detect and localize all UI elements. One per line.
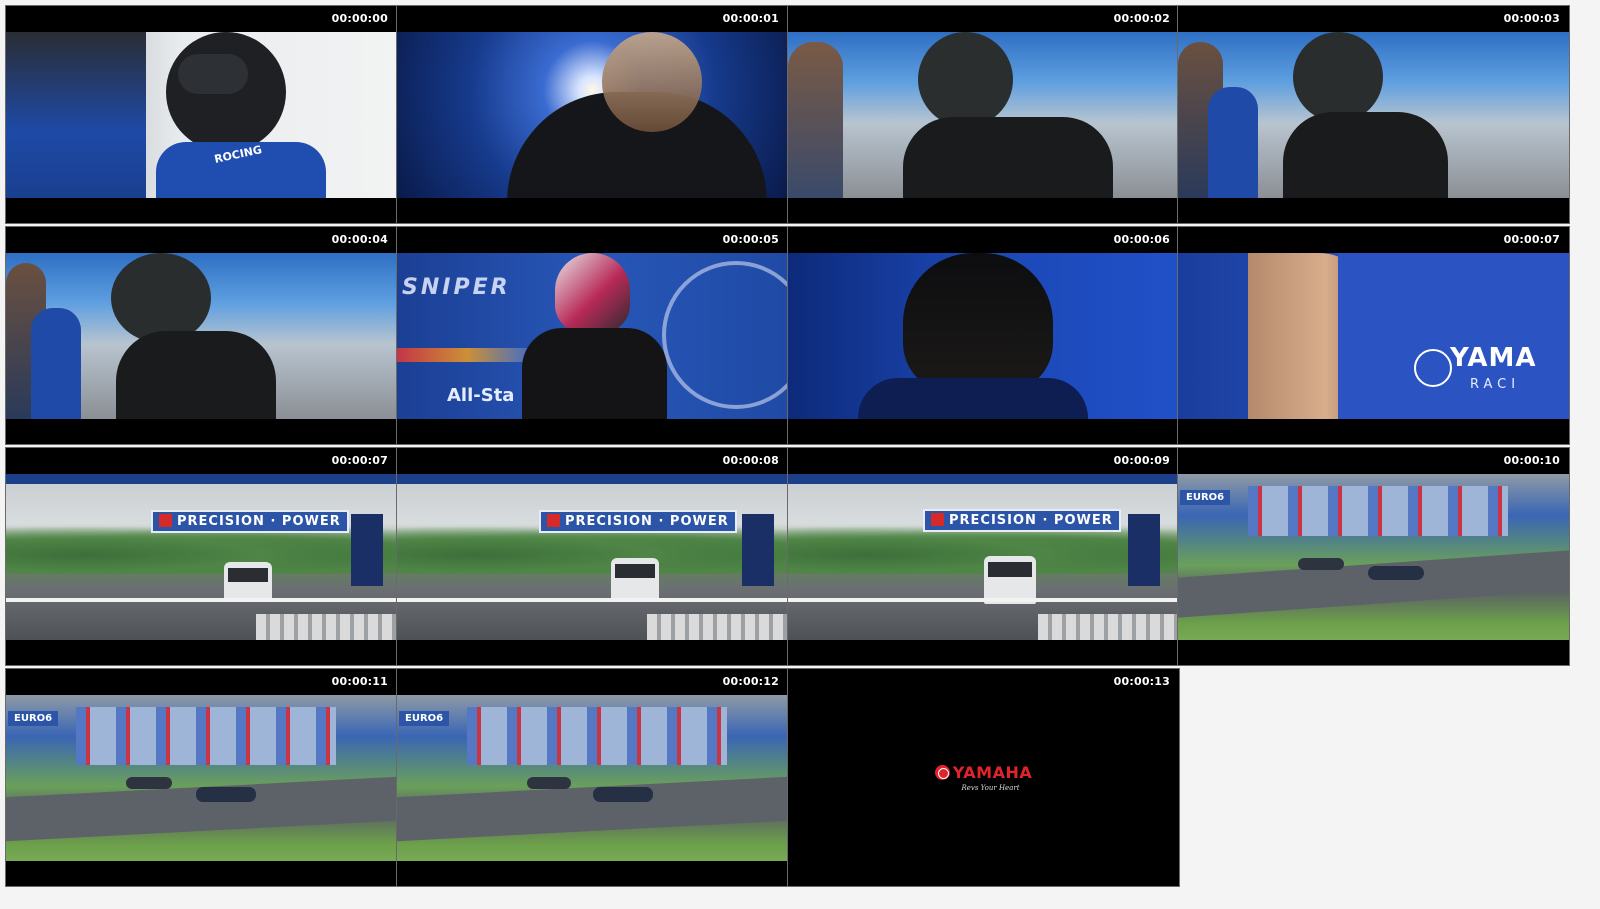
thumbnail[interactable]: 00:00:01 — [396, 5, 789, 224]
jersey-sub-text: RACI — [1470, 377, 1521, 392]
timestamp: 00:00:04 — [331, 233, 388, 246]
banner-allstar-text: All-Sta — [447, 385, 515, 406]
thumbnail[interactable]: PRECISION · POWER 00:00:07 — [5, 447, 398, 666]
precision-power-banner: PRECISION · POWER — [923, 509, 1121, 532]
timestamp: 00:00:02 — [1113, 12, 1170, 25]
contact-sheet: ROCING 00:00:00 00:00:01 00:00:02 00:00:… — [0, 0, 1600, 909]
thumbnail[interactable]: ROCING 00:00:00 — [5, 5, 398, 224]
banner-sniper-text: SNIPER — [402, 275, 511, 300]
video-frame: YAMA RACI — [1178, 253, 1569, 419]
thumbnail[interactable]: EURO6 00:00:12 — [396, 668, 789, 887]
yamaha-logo: YAMAHA — [934, 763, 1033, 782]
video-frame: PRECISION · POWER — [788, 474, 1179, 640]
timestamp: 00:00:01 — [722, 12, 779, 25]
euro-sign-text: EURO6 — [1180, 490, 1231, 505]
timestamp: 00:00:08 — [722, 454, 779, 467]
tuning-fork-emblem-icon — [934, 765, 950, 780]
thumbnail[interactable]: EURO6 00:00:10 — [1177, 447, 1570, 666]
thumbnail[interactable]: 00:00:04 — [5, 226, 398, 445]
video-frame — [397, 32, 788, 198]
timestamp: 00:00:07 — [331, 454, 388, 467]
euro-sign-text: EURO6 — [8, 711, 59, 726]
video-frame: EURO6 — [397, 695, 788, 861]
thumbnail[interactable]: PRECISION · POWER 00:00:09 — [787, 447, 1180, 666]
thumbnail[interactable]: SNIPER All-Sta 00:00:05 — [396, 226, 789, 445]
timestamp: 00:00:11 — [331, 675, 388, 688]
thumbnail[interactable]: 00:00:03 — [1177, 5, 1570, 224]
precision-power-banner: PRECISION · POWER — [539, 510, 737, 533]
thumbnail[interactable]: 00:00:02 — [787, 5, 1180, 224]
timestamp: 00:00:00 — [331, 12, 388, 25]
timestamp: 00:00:13 — [1113, 675, 1170, 688]
timestamp: 00:00:05 — [722, 233, 779, 246]
video-frame: SNIPER All-Sta — [397, 253, 788, 419]
video-frame — [788, 32, 1179, 198]
timestamp: 00:00:03 — [1503, 12, 1560, 25]
jersey-brand-text: YAMA — [1450, 343, 1537, 373]
timestamp: 00:00:06 — [1113, 233, 1170, 246]
precision-power-banner: PRECISION · POWER — [151, 510, 349, 533]
thumbnail[interactable]: 00:00:06 — [787, 226, 1180, 445]
timestamp: 00:00:10 — [1503, 454, 1560, 467]
thumbnail[interactable]: EURO6 00:00:11 — [5, 668, 398, 887]
timestamp: 00:00:12 — [722, 675, 779, 688]
video-frame — [1178, 32, 1569, 198]
video-frame: ROCING — [6, 32, 397, 198]
thumbnail[interactable]: PRECISION · POWER 00:00:08 — [396, 447, 789, 666]
logo-tagline: Revs Your Heart — [961, 784, 1020, 792]
video-frame: PRECISION · POWER — [6, 474, 397, 640]
video-frame: EURO6 — [1178, 474, 1569, 640]
timestamp: 00:00:09 — [1113, 454, 1170, 467]
thumbnail[interactable]: YAMA RACI 00:00:07 — [1177, 226, 1570, 445]
euro-sign-text: EURO6 — [399, 711, 450, 726]
video-frame — [788, 253, 1179, 419]
end-card: YAMAHA Revs Your Heart — [788, 669, 1179, 886]
thumbnail[interactable]: YAMAHA Revs Your Heart 00:00:13 — [787, 668, 1180, 887]
video-frame: PRECISION · POWER — [397, 474, 788, 640]
video-frame: EURO6 — [6, 695, 397, 861]
timestamp: 00:00:07 — [1503, 233, 1560, 246]
video-frame — [6, 253, 397, 419]
